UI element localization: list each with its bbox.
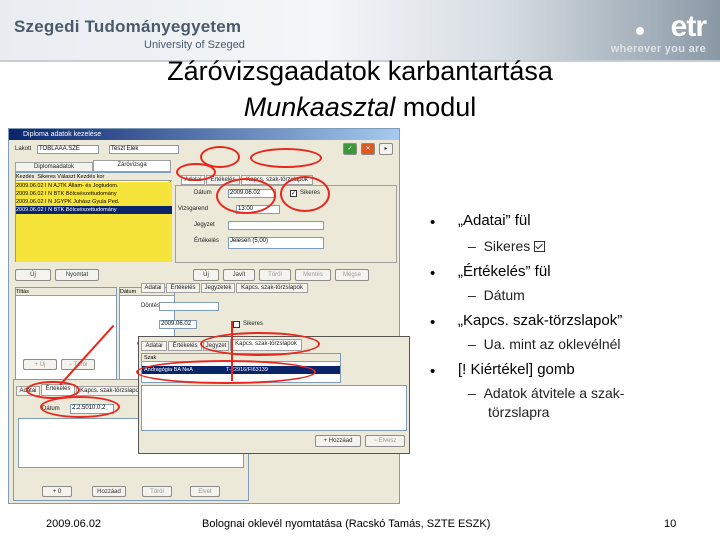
- ring-sikeres: [280, 176, 330, 212]
- jegyzet-field[interactable]: [228, 221, 324, 230]
- ring-tab-ertekeles: [200, 146, 240, 168]
- table-row[interactable]: 2009.06.02 I N AJTK Állam- és Jogtudom.: [16, 182, 172, 190]
- tab-kapcs-lower[interactable]: Kapcs. szak-törzslapok: [236, 283, 308, 293]
- table-row[interactable]: 2009.06.02 I N JGYPK Juhász Gyula Ped.: [16, 198, 172, 206]
- jegyzet-label: Jegyzet: [194, 222, 215, 228]
- kapcs-empty: [141, 385, 407, 431]
- bullet-sub-3: – Ua. mint az oklevélnél: [468, 336, 621, 352]
- header-banner: Szegedi Tudományegyetem University of Sz…: [0, 0, 720, 62]
- cancel-button[interactable]: ✕: [361, 143, 375, 155]
- bullet-sub-4: – Adatok átvitele a szak-: [468, 385, 625, 401]
- bullet-text-1: „Adatai” fül: [458, 212, 531, 229]
- dialog-torol-button[interactable]: Töröl: [142, 486, 172, 497]
- footer-date: 2009.06.02: [46, 518, 102, 530]
- table-row[interactable]: 2009.06.02 I N BTK Bölcsészettudomány: [16, 206, 172, 214]
- extra-button[interactable]: ▸: [379, 143, 393, 155]
- dialog-add-button[interactable]: + 0: [42, 486, 72, 497]
- tab-jegyzetek[interactable]: Jegyzetek: [201, 283, 235, 293]
- tab-zarovizsga[interactable]: Záróvizsga: [93, 160, 171, 172]
- megse-button[interactable]: Mégse: [335, 269, 369, 281]
- bullet-sub-2: – Dátum: [468, 287, 525, 303]
- ring-kapcs-popup-tab: [200, 332, 320, 356]
- vizsgarend-label: Vizsgarend: [178, 206, 208, 212]
- etr-logo-dot-icon: [636, 27, 644, 35]
- ring-dialog-datum: [40, 396, 120, 418]
- tab-diploma[interactable]: Diplomaadatok: [15, 162, 93, 172]
- bullet-sub-4-cont: törzslapra: [488, 404, 550, 420]
- ok-button[interactable]: ✓: [343, 143, 357, 155]
- search-field[interactable]: Teszt Elek: [109, 145, 179, 154]
- nyomtat-button[interactable]: Nyomtat: [55, 269, 99, 281]
- bullet-sub-1: – Sikeres: [468, 238, 546, 254]
- grid-empty-area: [16, 214, 172, 262]
- etr-logo-subtitle: wherever you are: [610, 43, 706, 55]
- bullet-text-3: „Kapcs. szak-törzslapok”: [458, 312, 623, 329]
- university-name: Szegedi Tudományegyetem: [14, 17, 242, 36]
- kapcs-tab-adatai[interactable]: Adatai: [141, 341, 167, 351]
- etr-logo-text: etr: [670, 10, 707, 43]
- sikeres2-label: Sikeres: [243, 321, 264, 327]
- hozzaad-button[interactable]: + Hozzáad: [315, 435, 361, 447]
- sikeres2-checkbox[interactable]: [233, 321, 240, 328]
- ertekeles-label: Értékelés: [194, 238, 220, 244]
- datum-label: Dátum: [194, 190, 212, 196]
- kapcs-tab-ertekeles[interactable]: Értékelés: [168, 341, 202, 351]
- uj-lower-button[interactable]: + Új: [23, 359, 57, 370]
- slide-title-line2: Munkaasztal modul: [0, 92, 720, 123]
- ring-kapcs-row: [136, 360, 316, 384]
- tab-ertekeles-lower[interactable]: Értékelés: [166, 283, 200, 293]
- uj-right-button[interactable]: Új: [193, 269, 219, 281]
- datum2-field[interactable]: 2009.06.02: [159, 320, 197, 329]
- mentes-button[interactable]: Mentés: [295, 269, 331, 281]
- ertekeles-field[interactable]: Jelesen (5,00): [228, 237, 324, 249]
- window-title: Diploma adatok kezelése: [9, 129, 399, 140]
- dialog-tab-kapcs[interactable]: Kapcs. szak-törzslapok: [76, 386, 146, 396]
- elvesz-button[interactable]: − Elvesz: [365, 435, 405, 447]
- dialog-elvet-button[interactable]: Elvet: [190, 486, 220, 497]
- user-field[interactable]: TOBLAAA.SZE: [37, 145, 99, 154]
- ring-tab-kapcs: [250, 148, 322, 168]
- user-label: Lakott: [15, 146, 32, 152]
- ring-datum-field: [216, 178, 276, 214]
- footer-page-number: 10: [664, 518, 677, 530]
- slide-title-rest: modul: [395, 92, 477, 122]
- bullet-item-2: •: [430, 265, 436, 282]
- torol-button[interactable]: Töröl: [259, 269, 291, 281]
- dontes-label: Döntés: [141, 303, 161, 309]
- footer-title: Bolognai oklevél nyomtatása (Racskó Tamá…: [202, 518, 491, 530]
- bullet-item-3: •: [430, 314, 436, 331]
- grid-header: Kezdés Sikeres Választ Kezdés kor: [16, 173, 172, 181]
- bullet-text-2: „Értékelés” fül: [458, 263, 551, 280]
- dontes-field[interactable]: [159, 302, 219, 311]
- slide-title-italic: Munkaasztal: [243, 92, 396, 122]
- bullet-text-4: [! Kiértékel] gomb: [458, 361, 575, 378]
- javit-button[interactable]: Javít: [223, 269, 255, 281]
- tiltas-header: Tiltás: [16, 288, 116, 296]
- bullet-item-1: •: [430, 214, 436, 231]
- table-row[interactable]: 2009.06.02 I N BTK Bölcsészettudomány: [16, 190, 172, 198]
- tab-adatai-lower[interactable]: Adatai: [141, 283, 165, 293]
- connector-line: [231, 321, 233, 381]
- uj-button[interactable]: Új: [15, 269, 51, 281]
- university-subtitle: University of Szeged: [144, 39, 245, 51]
- dialog-hozzaad2-button[interactable]: Hozzáad: [92, 486, 126, 497]
- zarovizsga-grid: Kezdés Sikeres Választ Kezdés kor 2009.0…: [15, 172, 172, 262]
- slide-title-line1: Záróvizsgaadatok karbantartása: [167, 56, 553, 86]
- bullet-item-4: •: [430, 363, 436, 380]
- checkbox-icon: [534, 241, 546, 252]
